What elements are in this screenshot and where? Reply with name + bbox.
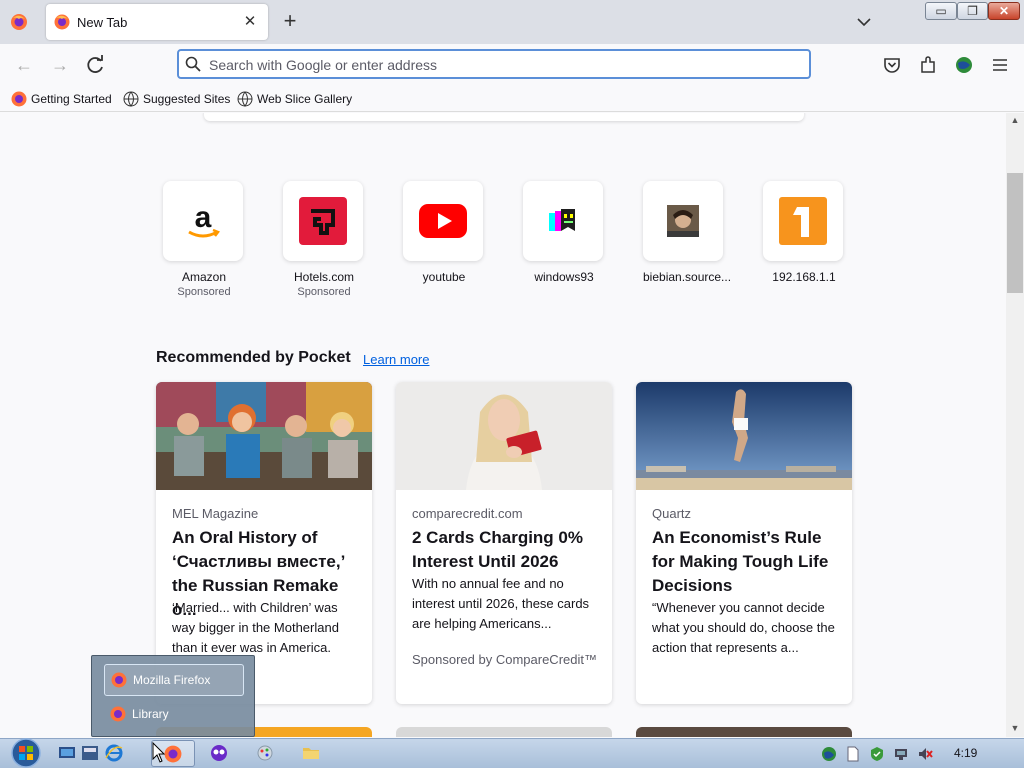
- bookmark-getting-started[interactable]: Getting Started: [11, 90, 112, 108]
- start-button-icon[interactable]: [6, 737, 46, 768]
- close-tab-icon[interactable]: ✕: [240, 12, 260, 32]
- internet-explorer-icon[interactable]: [105, 744, 123, 762]
- search-box-remnant: [204, 113, 804, 121]
- close-window-button[interactable]: ✕: [988, 2, 1020, 20]
- top-site-label: windows93: [534, 270, 594, 284]
- jump-list-item-firefox[interactable]: Mozilla Firefox: [104, 664, 244, 696]
- top-site-router[interactable]: 192.168.1.1: [763, 181, 845, 284]
- bookmark-label: Getting Started: [31, 92, 112, 106]
- jump-list-label: Mozilla Firefox: [133, 673, 211, 687]
- article-thumbnail-image: [636, 382, 852, 490]
- article-excerpt: ‘Married... with Children’ was way bigge…: [172, 600, 339, 655]
- scrollbar-thumb[interactable]: [1007, 173, 1023, 293]
- show-desktop-icon[interactable]: [58, 744, 76, 762]
- new-tab-page: a Amazon Sponsored Hotels.com Sponsored: [0, 113, 1006, 737]
- learn-more-link[interactable]: Learn more: [363, 352, 429, 367]
- url-bar[interactable]: [177, 49, 811, 79]
- article-excerpt: “Whenever you cannot decide what you sho…: [652, 600, 835, 655]
- taskbar-jump-list: Mozilla Firefox Library: [91, 655, 255, 737]
- article-excerpt: With no annual fee and no interest until…: [412, 576, 590, 631]
- bookmark-label: Suggested Sites: [143, 92, 231, 106]
- pocket-card[interactable]: comparecredit.com 2 Cards Charging 0% In…: [396, 382, 612, 704]
- new-tab-button[interactable]: +: [278, 10, 302, 34]
- pocket-card[interactable]: Quartz An Economist’s Rule for Making To…: [636, 382, 852, 704]
- article-thumbnail-image: [156, 382, 372, 490]
- top-site-label: 192.168.1.1: [772, 270, 836, 284]
- volume-muted-icon[interactable]: [917, 746, 933, 762]
- bookmark-label: Web Slice Gallery: [257, 92, 353, 106]
- restore-button[interactable]: ❐: [957, 2, 988, 20]
- tab-title: New Tab: [77, 15, 128, 30]
- top-site-sponsor: Sponsored: [177, 286, 231, 298]
- top-site-label: Amazon: [181, 270, 227, 284]
- article-title: 2 Cards Charging 0% Interest Until 2026: [412, 528, 583, 571]
- sponsored-by-label: Sponsored by CompareCredit™: [412, 652, 597, 667]
- tab-new-tab[interactable]: New Tab ✕: [46, 4, 268, 40]
- globe-icon: [237, 91, 253, 107]
- page-scrollbar[interactable]: ▲ ▼: [1006, 113, 1024, 737]
- firefox-icon: [164, 745, 182, 763]
- tab-bar: New Tab ✕ + ▭ ❐ ✕: [0, 0, 1024, 44]
- back-arrow-icon[interactable]: ←: [12, 53, 36, 77]
- article-source: MEL Magazine: [172, 506, 259, 521]
- top-site-amazon[interactable]: a Amazon Sponsored: [163, 181, 245, 298]
- pocket-card-partial[interactable]: [636, 727, 852, 737]
- url-input[interactable]: [209, 55, 789, 75]
- mouse-cursor-icon: [152, 742, 166, 763]
- security-check-icon[interactable]: [869, 746, 885, 762]
- firefox-icon: [54, 14, 70, 30]
- document-icon[interactable]: [845, 746, 861, 762]
- clock[interactable]: 4:19: [954, 746, 977, 760]
- article-source: comparecredit.com: [412, 506, 523, 521]
- network-globe-icon[interactable]: [821, 746, 837, 762]
- globe-icon: [123, 91, 139, 107]
- firefox-icon: [110, 706, 126, 722]
- firefox-icon: [111, 672, 127, 688]
- forward-arrow-icon[interactable]: →: [48, 53, 72, 77]
- minimize-button[interactable]: ▭: [925, 2, 957, 20]
- top-site-sponsor: Sponsored: [297, 286, 351, 298]
- navigation-bar: ← →: [0, 44, 1024, 86]
- firefox-menu-icon[interactable]: [10, 13, 28, 31]
- switch-windows-icon[interactable]: [81, 744, 99, 762]
- bookmarks-bar: Getting Started Suggested Sites Web Slic…: [0, 86, 1024, 112]
- extensions-icon[interactable]: [917, 54, 939, 76]
- top-site-label: Hotels.com: [293, 270, 355, 284]
- pocket-card-partial[interactable]: [396, 727, 612, 737]
- app-icon-purple[interactable]: [210, 744, 228, 762]
- app-icon-paint[interactable]: [256, 744, 274, 762]
- globe-extension-icon[interactable]: [953, 54, 975, 76]
- top-site-label: youtube: [422, 270, 466, 284]
- bookmark-suggested-sites[interactable]: Suggested Sites: [123, 90, 230, 108]
- bookmark-web-slice-gallery[interactable]: Web Slice Gallery: [237, 90, 352, 108]
- network-icon[interactable]: [893, 746, 909, 762]
- top-site-hotels[interactable]: Hotels.com Sponsored: [283, 181, 365, 298]
- folder-icon[interactable]: [302, 744, 320, 762]
- search-icon: [185, 56, 201, 72]
- article-source: Quartz: [652, 506, 692, 521]
- firefox-icon: [11, 91, 27, 107]
- amazon-icon: a: [188, 201, 220, 238]
- chevron-down-icon[interactable]: [853, 12, 875, 32]
- windows93-icon: [549, 209, 575, 231]
- top-site-youtube[interactable]: youtube: [403, 181, 485, 284]
- pocket-icon[interactable]: [881, 54, 903, 76]
- top-site-label: biebian.source...: [643, 270, 732, 284]
- article-thumbnail-image: [396, 382, 612, 490]
- router-icon: [779, 197, 827, 245]
- hotels-icon: [299, 197, 347, 245]
- top-site-biebian[interactable]: biebian.source...: [643, 181, 732, 284]
- biebian-icon: [667, 205, 699, 237]
- article-title: An Economist’s Rule for Making Tough Lif…: [652, 528, 829, 595]
- svg-text:a: a: [195, 201, 212, 234]
- youtube-icon: [419, 204, 467, 238]
- jump-list-item-library[interactable]: Library: [104, 698, 244, 730]
- scroll-up-icon[interactable]: ▲: [1006, 115, 1024, 129]
- top-site-windows93[interactable]: windows93: [523, 181, 605, 284]
- scroll-down-icon[interactable]: ▼: [1006, 723, 1024, 737]
- jump-list-label: Library: [132, 707, 169, 721]
- reload-icon[interactable]: [84, 53, 108, 77]
- pocket-heading: Recommended by Pocket: [156, 349, 351, 366]
- hamburger-menu-icon[interactable]: [989, 54, 1011, 76]
